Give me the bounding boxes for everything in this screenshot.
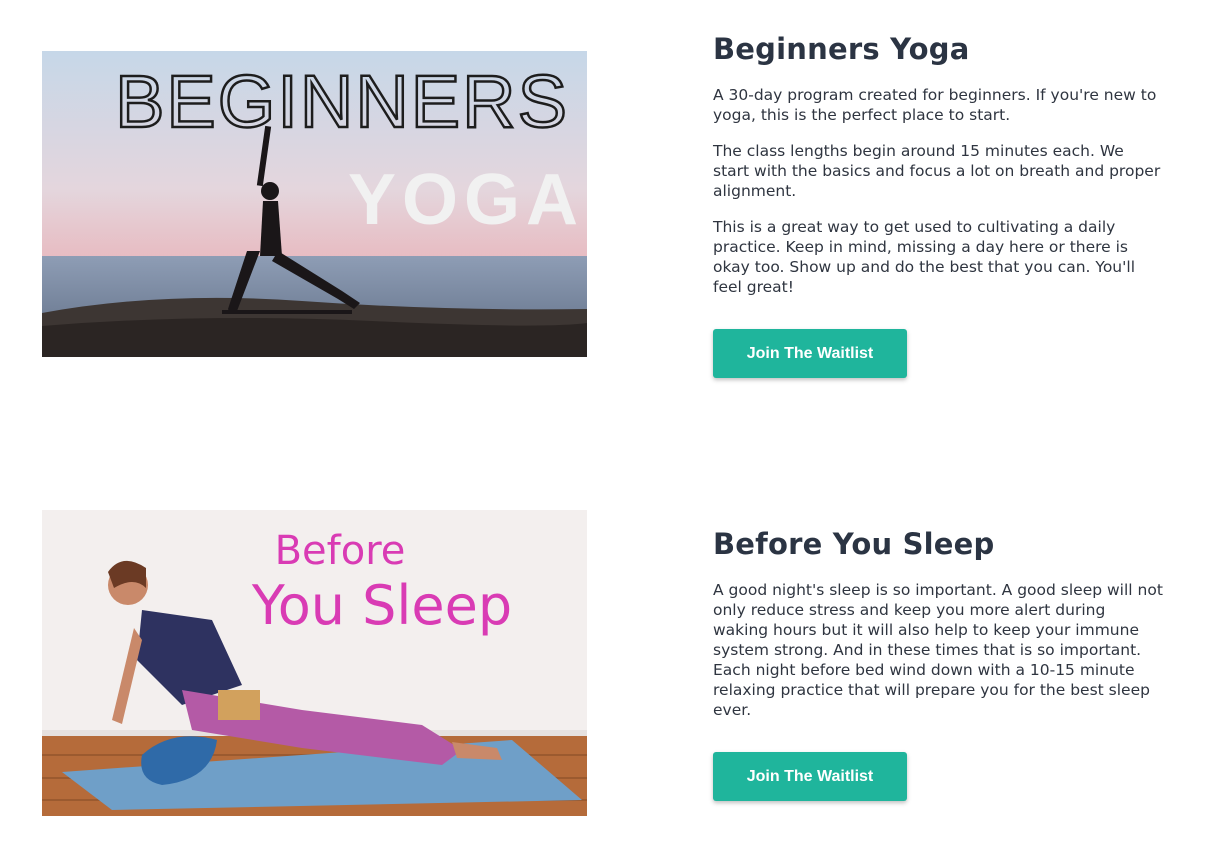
before-you-sleep-image-word1: Before (275, 528, 406, 574)
beginners-yoga-illustration: BEGINNERS YOGA (42, 51, 587, 357)
before-you-sleep-title: Before You Sleep (713, 527, 995, 561)
before-you-sleep-join-waitlist-button[interactable]: Join The Waitlist (713, 752, 907, 801)
beginners-yoga-paragraph-2: The class lengths begin around 15 minute… (713, 142, 1161, 200)
beginners-yoga-join-waitlist-button[interactable]: Join The Waitlist (713, 329, 907, 378)
before-you-sleep-image-word2: You Sleep (251, 574, 512, 637)
beginners-yoga-paragraph-3: This is a great way to get used to culti… (713, 218, 1136, 296)
beginners-yoga-paragraph-1: A 30-day program created for beginners. … (713, 86, 1157, 124)
beginners-yoga-image: BEGINNERS YOGA (42, 51, 587, 357)
beginners-yoga-content: Beginners Yoga A 30-day program created … (713, 31, 1163, 378)
before-you-sleep-illustration: Before You Sleep (42, 510, 587, 816)
before-you-sleep-paragraph-1: A good night's sleep is so important. A … (713, 581, 1163, 719)
beginners-yoga-image-word1: BEGINNERS (115, 60, 569, 143)
beginners-yoga-title: Beginners Yoga (713, 32, 970, 66)
before-you-sleep-content: Before You Sleep A good night's sleep is… (713, 526, 1163, 801)
beginners-yoga-image-word2: YOGA (348, 160, 584, 240)
before-you-sleep-image: Before You Sleep (42, 510, 587, 816)
